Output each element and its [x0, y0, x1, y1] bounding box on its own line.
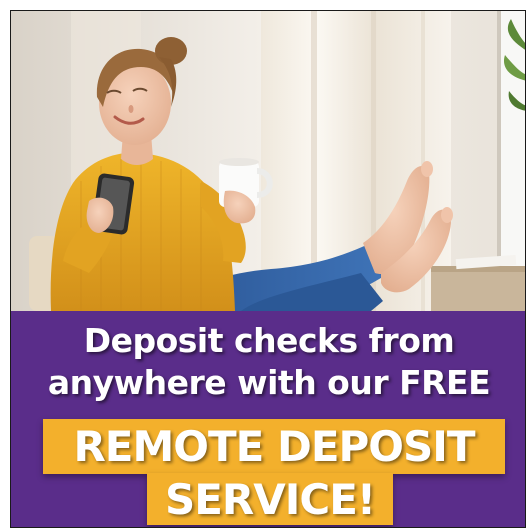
headline-line-1: Deposit checks from — [83, 321, 455, 360]
promo-text-panel: Deposit checks from anywhere with our FR… — [11, 311, 525, 527]
promo-banner: Deposit checks from anywhere with our FR… — [10, 10, 526, 528]
highlight-remote-deposit: REMOTE DEPOSIT — [43, 419, 505, 474]
highlight-service: SERVICE! — [147, 473, 393, 525]
lifestyle-photo — [11, 11, 525, 311]
headline-line-2: anywhere with our FREE — [47, 363, 491, 402]
